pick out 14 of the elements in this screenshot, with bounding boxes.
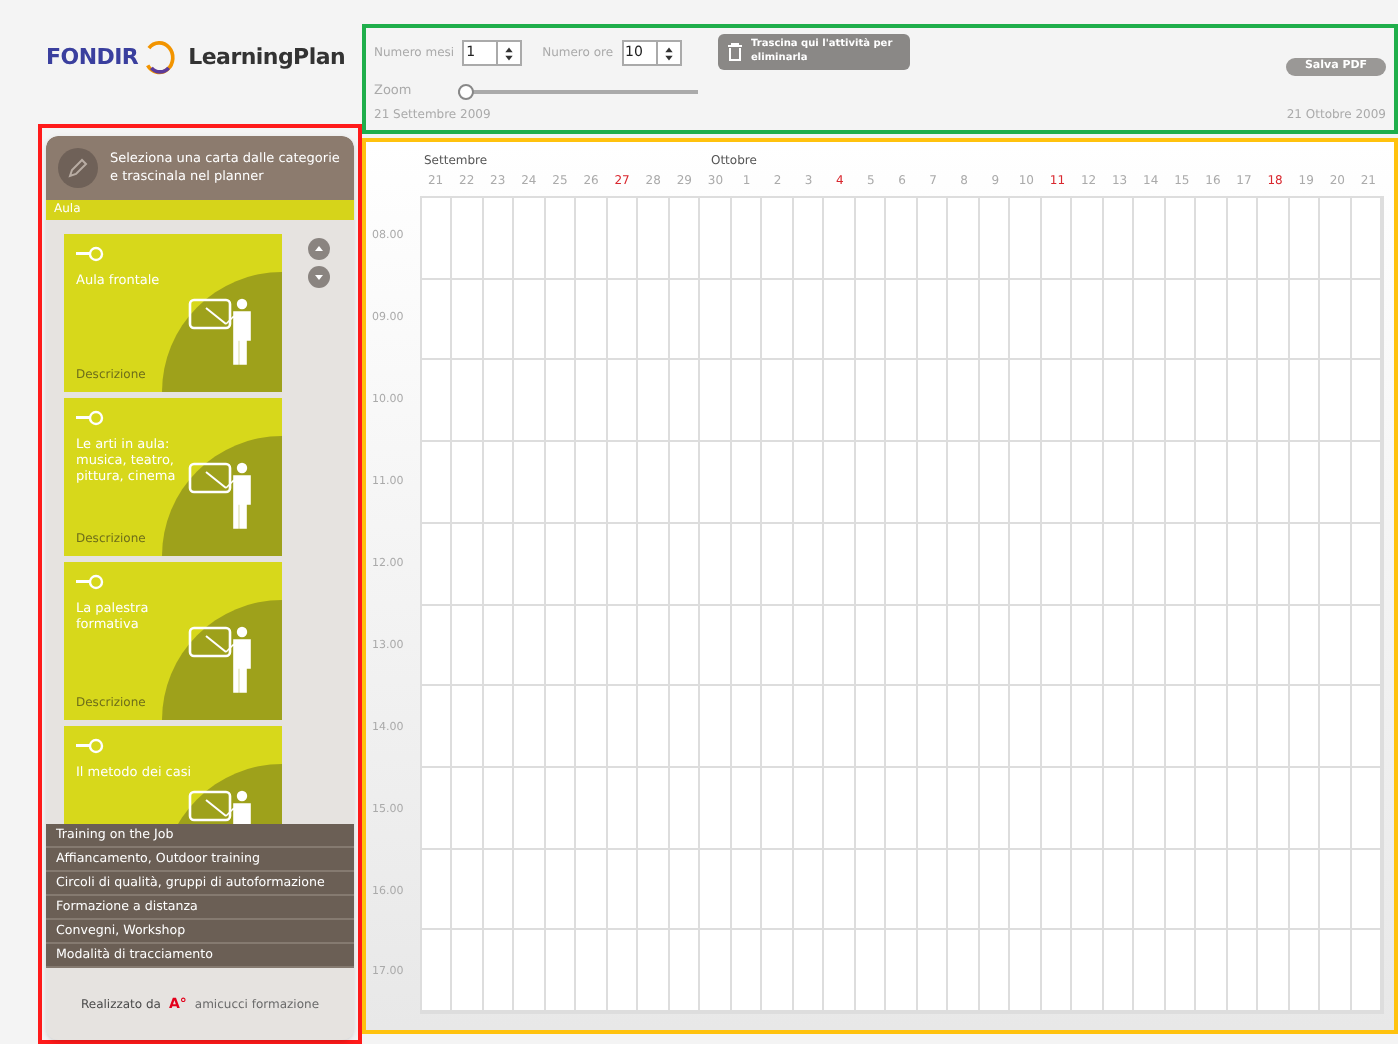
trash-icon [725,42,744,62]
scroll-down-button[interactable] [308,266,330,288]
small-logo-icon [76,574,104,590]
pencil-icon [58,148,98,188]
small-logo-icon [76,410,104,426]
teacher-board-drawing [162,272,282,392]
teacher-board-drawing [162,600,282,720]
small-logo-icon [76,246,104,262]
zoom-slider[interactable] [458,83,698,99]
logo-product: LearningPlan [188,41,346,74]
small-logo-icon [76,738,104,754]
logo-ring-icon [144,40,177,76]
scroll-up-button[interactable] [308,238,330,260]
logo-brand: FONDIR [46,41,139,74]
